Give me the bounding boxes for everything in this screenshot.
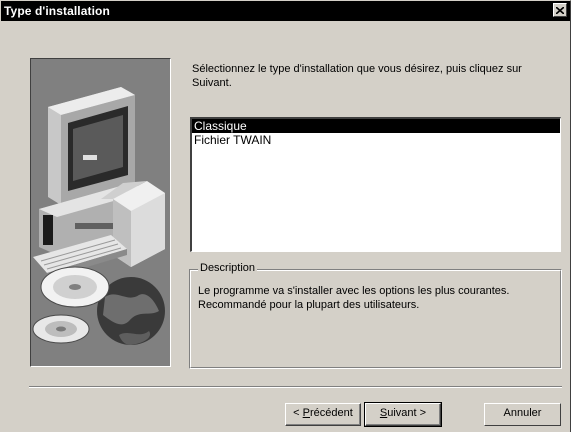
close-icon [556,6,564,14]
list-item-fichier-twain[interactable]: Fichier TWAIN [192,133,560,147]
instruction-text: Sélectionnez le type d'installation que … [192,63,522,89]
separator [29,386,562,388]
setup-illustration [30,58,171,367]
install-type-list[interactable]: Classique Fichier TWAIN [190,117,561,252]
back-button[interactable]: < Précédent [285,403,361,426]
title-bar: Type d'installation [1,1,570,21]
installation-type-dialog: Type d'installation Sélectionnez le type… [0,0,571,432]
description-legend: Description [198,262,258,274]
list-item-classique[interactable]: Classique [192,119,560,133]
close-button[interactable] [553,3,567,17]
next-button[interactable]: Suivant > [364,402,442,427]
cancel-button[interactable]: Annuler [484,403,561,426]
description-text: Le programme va s'installer avec les opt… [198,285,510,311]
description-groupbox: Description Le programme va s'installer … [189,262,562,369]
computer-illustration-icon [32,87,165,345]
window-title: Type d'installation [4,4,110,18]
